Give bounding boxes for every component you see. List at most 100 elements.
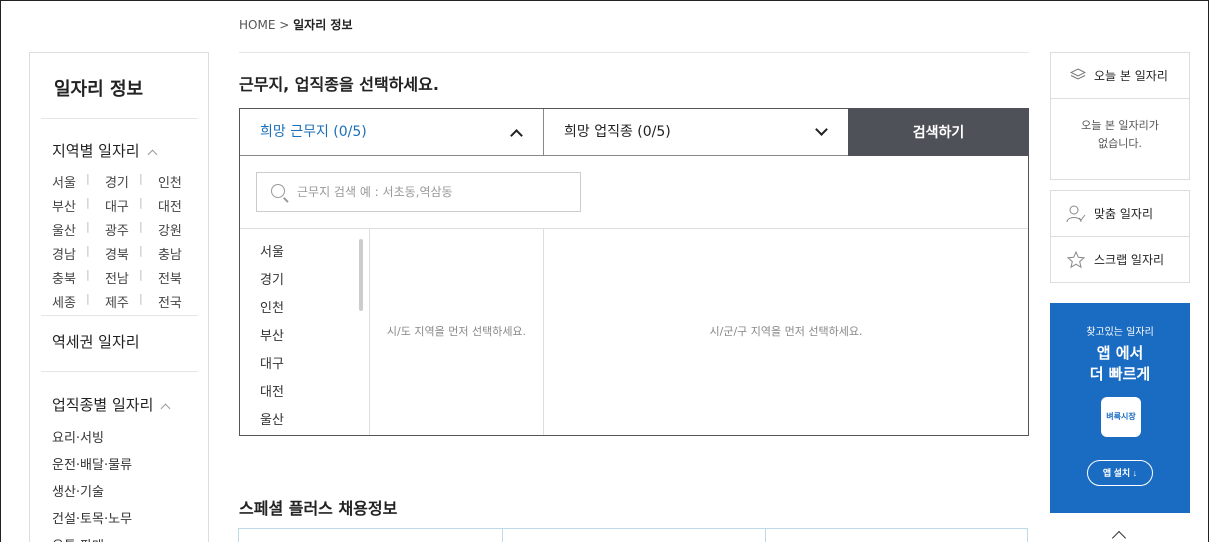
region-row: 세종 | 제주 | 전국 — [52, 292, 192, 316]
matched-jobs-label: 맞춤 일자리 — [1094, 207, 1154, 221]
region-row: 울산 | 광주 | 강원 — [52, 220, 192, 244]
region-separator: | — [86, 268, 90, 281]
location-tab[interactable]: 희망 근무지 (0/5) — [240, 109, 544, 156]
breadcrumb-home[interactable]: HOME — [239, 18, 275, 32]
chevron-up-icon — [510, 129, 523, 142]
job-type-tab[interactable]: 희망 업직종 (0/5) — [544, 109, 848, 156]
district-column: 시/도 지역을 먼저 선택하세요. — [370, 229, 544, 435]
job-category-link[interactable]: 운전·배달·물류 — [52, 454, 132, 481]
job-category-link[interactable]: 건설·토목·노무 — [52, 508, 132, 535]
app-install-button[interactable]: 앱 설치 ↓ — [1087, 460, 1153, 486]
banner-headline-2: 더 빠르게 — [1089, 365, 1151, 383]
location-search-box — [256, 172, 581, 212]
region-heading[interactable]: 지역별 일자리 — [52, 140, 158, 161]
region-link[interactable]: 전남 — [105, 268, 139, 292]
scroll-top-icon[interactable] — [1111, 530, 1127, 542]
region-link[interactable]: 광주 — [105, 220, 139, 244]
province-item[interactable]: 울산 — [240, 407, 369, 435]
app-logo: 벼룩시장 — [1101, 397, 1141, 437]
location-search-input[interactable] — [297, 182, 567, 202]
empty-line-1: 오늘 본 일자리가 — [1081, 119, 1159, 132]
region-grid: 서울 | 경기 | 인천 부산 | 대구 | 대전 울산 | 광주 | 강원 경남 | 경북 | 충남 충북 | 전남 | 전북… — [52, 172, 192, 316]
region-row: 충북 | 전남 | 전북 — [52, 268, 192, 292]
region-link[interactable]: 울산 — [52, 220, 86, 244]
job-type-tab-label: 희망 업직종 (0/5) — [564, 124, 671, 140]
empty-line-2: 없습니다. — [1098, 137, 1142, 150]
province-scrollbar[interactable] — [359, 239, 363, 311]
region-separator: | — [139, 220, 143, 233]
region-row: 경남 | 경북 | 충남 — [52, 244, 192, 268]
breadcrumb-separator: > — [279, 18, 290, 32]
region-link[interactable]: 경기 — [105, 172, 139, 196]
job-category-list: 요리·서빙운전·배달·물류생산·기술건설·토목·노무유통·판매 — [52, 427, 132, 542]
job-heading[interactable]: 업직종별 일자리 — [52, 394, 171, 415]
station-heading[interactable]: 역세권 일자리 — [52, 331, 140, 352]
scrap-jobs-label: 스크랩 일자리 — [1094, 253, 1165, 267]
province-item[interactable]: 부산 — [240, 323, 369, 351]
app-banner[interactable]: 찾고있는 일자리 앱 에서 더 빠르게 벼룩시장 앱 설치 ↓ — [1050, 303, 1190, 513]
region-separator: | — [139, 196, 143, 209]
recently-viewed-heading[interactable]: 오늘 본 일자리 — [1051, 53, 1189, 99]
job-category-link[interactable]: 생산·기술 — [52, 481, 132, 508]
province-item[interactable]: 인천 — [240, 295, 369, 323]
job-category-link[interactable]: 유통·판매 — [52, 535, 132, 542]
province-column: 서울 경기 인천 부산 대구 대전 울산 — [240, 229, 370, 435]
matched-jobs-link[interactable]: 맞춤 일자리 — [1051, 191, 1189, 237]
region-separator: | — [139, 292, 143, 305]
special-plus-grid — [238, 528, 1028, 542]
region-link[interactable]: 경남 — [52, 244, 86, 268]
chevron-down-icon — [815, 123, 828, 136]
region-link[interactable]: 부산 — [52, 196, 86, 220]
region-link[interactable]: 전북 — [158, 268, 192, 292]
region-link[interactable]: 충남 — [158, 244, 192, 268]
region-link[interactable]: 대구 — [105, 196, 139, 220]
search-icon — [271, 184, 285, 198]
region-link[interactable]: 경북 — [105, 244, 139, 268]
job-category-link[interactable]: 요리·서빙 — [52, 427, 132, 454]
region-link[interactable]: 대전 — [158, 196, 192, 220]
location-job-selector: 희망 근무지 (0/5) 희망 업직종 (0/5) 검색하기 서울경기인천부산대… — [239, 108, 1029, 436]
region-link[interactable]: 제주 — [105, 292, 139, 316]
province-item[interactable]: 서울 — [240, 239, 369, 267]
scrap-jobs-link[interactable]: 스크랩 일자리 — [1051, 237, 1189, 283]
user-check-icon — [1066, 205, 1086, 223]
region-separator: | — [86, 196, 90, 209]
region-row: 서울 | 경기 | 인천 — [52, 172, 192, 196]
grid-divider — [765, 529, 766, 542]
breadcrumb: HOME > 일자리 정보 — [239, 16, 353, 33]
selector-bar: 희망 근무지 (0/5) 희망 업직종 (0/5) 검색하기 — [240, 108, 1029, 156]
left-sidebar: 일자리 정보 지역별 일자리 서울 | 경기 | 인천 부산 | 대구 | 대전 울산 | 광주 | 강원 경… — [29, 52, 209, 542]
region-link[interactable]: 인천 — [158, 172, 192, 196]
subdistrict-hint: 시/군/구 지역을 먼저 선택하세요. — [709, 325, 863, 338]
banner-subtitle: 찾고있는 일자리 — [1086, 327, 1154, 338]
region-link[interactable]: 강원 — [158, 220, 192, 244]
recently-viewed-empty: 오늘 본 일자리가 없습니다. — [1051, 117, 1189, 153]
banner-headline: 앱 에서 더 빠르게 — [1050, 343, 1190, 385]
region-link[interactable]: 충북 — [52, 268, 86, 292]
province-list: 서울 경기 인천 부산 대구 대전 울산 — [240, 229, 369, 435]
breadcrumb-current: 일자리 정보 — [293, 18, 353, 32]
region-separator: | — [86, 172, 90, 185]
region-heading-label: 지역별 일자리 — [52, 142, 140, 160]
region-separator: | — [139, 268, 143, 281]
region-separator: | — [139, 172, 143, 185]
location-tab-label: 희망 근무지 (0/5) — [260, 124, 367, 140]
region-link[interactable]: 세종 — [52, 292, 86, 316]
region-link[interactable]: 전국 — [158, 292, 192, 316]
sidebar-divider — [41, 118, 198, 119]
recently-viewed-label: 오늘 본 일자리 — [1094, 69, 1168, 83]
sidebar-divider — [41, 371, 198, 372]
region-link[interactable]: 서울 — [52, 172, 86, 196]
province-item[interactable]: 경기 — [240, 267, 369, 295]
sidebar-divider — [41, 315, 198, 316]
province-item[interactable]: 대구 — [240, 351, 369, 379]
chevron-up-icon — [160, 403, 171, 414]
province-item[interactable]: 대전 — [240, 379, 369, 407]
search-button[interactable]: 검색하기 — [848, 108, 1029, 156]
page-frame: HOME > 일자리 정보 일자리 정보 지역별 일자리 서울 | 경기 | 인천 부산 |… — [0, 0, 1209, 542]
recently-viewed-panel: 오늘 본 일자리 오늘 본 일자리가 없습니다. — [1050, 52, 1190, 180]
region-separator: | — [86, 244, 90, 257]
breadcrumb-divider — [239, 52, 1029, 53]
district-hint: 시/도 지역을 먼저 선택하세요. — [386, 325, 527, 338]
job-heading-label: 업직종별 일자리 — [52, 396, 154, 414]
